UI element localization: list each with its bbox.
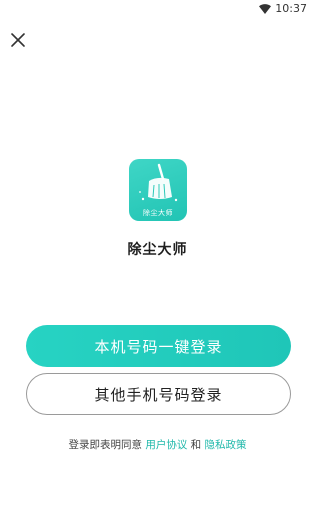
status-time: 10:37 xyxy=(275,2,307,15)
user-agreement-link[interactable]: 用户协议 xyxy=(145,439,187,451)
other-phone-login-button[interactable]: 其他手机号码登录 xyxy=(26,373,291,415)
one-click-login-button[interactable]: 本机号码一键登录 xyxy=(26,325,291,367)
broom-icon xyxy=(139,163,178,202)
app-logo: 除尘大师 xyxy=(129,159,187,221)
agreement-and: 和 xyxy=(190,439,202,451)
close-button[interactable] xyxy=(6,28,30,52)
agreement-text: 登录即表明同意 用户协议 和 隐私政策 xyxy=(0,437,315,452)
status-bar: 10:37 xyxy=(0,0,315,18)
one-click-login-label: 本机号码一键登录 xyxy=(94,337,223,356)
agreement-prefix: 登录即表明同意 xyxy=(68,439,142,451)
status-right: 10:37 xyxy=(259,2,307,15)
other-phone-login-label: 其他手机号码登录 xyxy=(94,385,223,404)
privacy-policy-link[interactable]: 隐私政策 xyxy=(205,439,247,451)
app-name: 除尘大师 xyxy=(127,242,188,258)
logo-caption: 除尘大师 xyxy=(143,209,173,217)
wifi-icon xyxy=(259,3,272,14)
close-icon xyxy=(11,33,25,47)
